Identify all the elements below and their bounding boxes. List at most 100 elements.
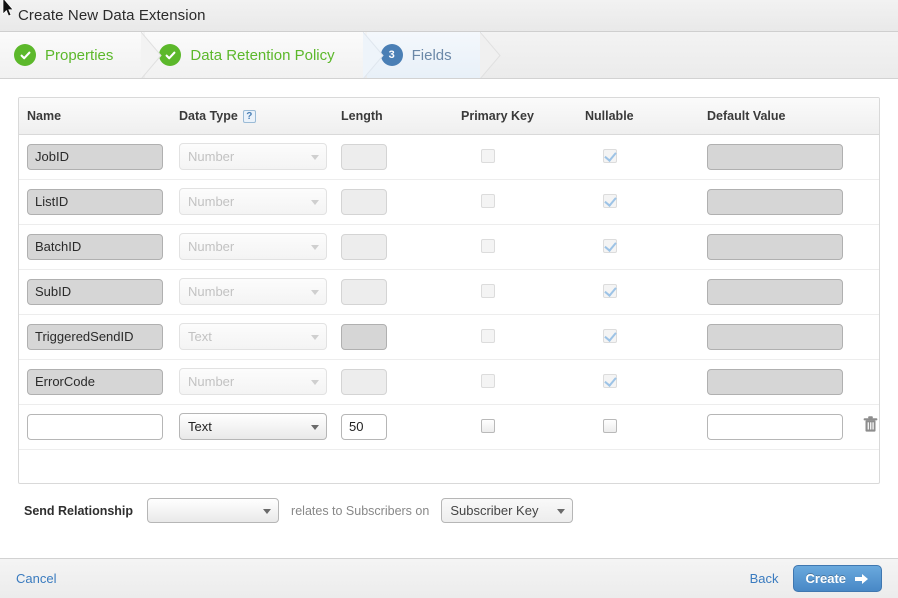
field-default-value-input (707, 234, 843, 260)
trash-icon[interactable] (863, 416, 878, 438)
primary-key-checkbox (481, 239, 495, 253)
cell-actions (855, 269, 880, 314)
cell-default-value (699, 269, 855, 314)
chevron-down-icon (311, 425, 319, 430)
cell-length (333, 224, 453, 269)
column-header-actions (855, 98, 880, 134)
cell-nullable (577, 179, 699, 224)
table-row: Number (19, 134, 880, 179)
wizard-content: Name Data Type? Length Primary Key Nulla… (0, 79, 898, 587)
table-row: Number (19, 179, 880, 224)
cell-default-value (699, 314, 855, 359)
column-header-default-value: Default Value (699, 98, 855, 134)
field-name-input (27, 369, 163, 395)
fields-table-body: Number Number Number Number Text Number Text (19, 134, 880, 483)
step-properties[interactable]: Properties (0, 32, 143, 78)
mouse-cursor-icon (1, 0, 15, 18)
cell-data-type: Number (171, 269, 333, 314)
column-header-data-type-label: Data Type (179, 109, 238, 123)
cell-name (19, 224, 171, 269)
cell-data-type: Text (171, 404, 333, 449)
data-type-select: Number (179, 143, 327, 170)
cell-actions (855, 179, 880, 224)
primary-key-checkbox (481, 329, 495, 343)
cell-actions (855, 314, 880, 359)
nullable-checkbox (603, 149, 617, 163)
chevron-right-icon (141, 32, 163, 78)
cell-data-type: Number (171, 179, 333, 224)
data-type-select-value: Text (188, 419, 212, 434)
primary-key-checkbox (481, 194, 495, 208)
cell-name (19, 269, 171, 314)
cell-data-type: Text (171, 314, 333, 359)
field-name-input[interactable] (27, 414, 163, 440)
data-type-select-value: Number (188, 374, 234, 389)
data-type-select-value: Text (188, 329, 212, 344)
column-header-data-type: Data Type? (171, 98, 333, 134)
cell-name (19, 359, 171, 404)
nullable-checkbox (603, 239, 617, 253)
subscriber-field-select[interactable]: Subscriber Key (441, 498, 573, 523)
field-name-input (27, 279, 163, 305)
field-length-input (341, 369, 387, 395)
chevron-down-icon (311, 155, 319, 160)
data-type-select-value: Number (188, 239, 234, 254)
cancel-link[interactable]: Cancel (16, 571, 56, 586)
column-header-nullable: Nullable (577, 98, 699, 134)
cell-nullable (577, 404, 699, 449)
data-type-select: Number (179, 188, 327, 215)
chevron-down-icon (263, 509, 271, 514)
field-name-input (27, 189, 163, 215)
cell-default-value (699, 134, 855, 179)
field-length-input (341, 144, 387, 170)
cell-length (333, 404, 453, 449)
subscriber-field-select-value: Subscriber Key (450, 503, 538, 518)
field-default-value-input (707, 369, 843, 395)
cell-name (19, 404, 171, 449)
cell-actions (855, 404, 880, 449)
table-row: Number (19, 359, 880, 404)
cell-primary-key (453, 359, 577, 404)
send-relationship-select[interactable] (147, 498, 279, 523)
nullable-checkbox[interactable] (603, 419, 617, 433)
back-link[interactable]: Back (750, 571, 779, 586)
data-type-select-value: Number (188, 194, 234, 209)
cell-default-value (699, 179, 855, 224)
data-type-select-value: Number (188, 284, 234, 299)
cell-data-type: Number (171, 134, 333, 179)
nullable-checkbox (603, 194, 617, 208)
create-button[interactable]: Create (793, 565, 882, 592)
table-row: Text (19, 314, 880, 359)
table-row: Text (19, 404, 880, 449)
chevron-down-icon (311, 335, 319, 340)
cell-data-type: Number (171, 224, 333, 269)
column-header-length: Length (333, 98, 453, 134)
fields-table: Name Data Type? Length Primary Key Nulla… (19, 98, 880, 483)
primary-key-checkbox (481, 149, 495, 163)
cell-length (333, 314, 453, 359)
step-data-retention-policy-label: Data Retention Policy (190, 47, 334, 64)
cell-default-value (699, 224, 855, 269)
primary-key-checkbox[interactable] (481, 419, 495, 433)
help-icon[interactable]: ? (243, 110, 256, 123)
column-header-primary-key: Primary Key (453, 98, 577, 134)
step-fields-label: Fields (412, 47, 452, 64)
cell-actions (855, 359, 880, 404)
page-title: Create New Data Extension (18, 7, 206, 24)
table-empty-cell (19, 449, 880, 483)
cell-nullable (577, 224, 699, 269)
cell-default-value (699, 359, 855, 404)
data-type-select[interactable]: Text (179, 413, 327, 440)
field-length-input[interactable] (341, 414, 387, 440)
cell-length (333, 269, 453, 314)
field-name-input (27, 324, 163, 350)
cell-primary-key (453, 269, 577, 314)
field-length-input (341, 234, 387, 260)
primary-key-checkbox (481, 374, 495, 388)
cell-nullable (577, 134, 699, 179)
cell-nullable (577, 359, 699, 404)
step-data-retention-policy[interactable]: Data Retention Policy (145, 32, 364, 78)
field-length-input (341, 189, 387, 215)
nullable-checkbox (603, 329, 617, 343)
field-default-value-input[interactable] (707, 414, 843, 440)
